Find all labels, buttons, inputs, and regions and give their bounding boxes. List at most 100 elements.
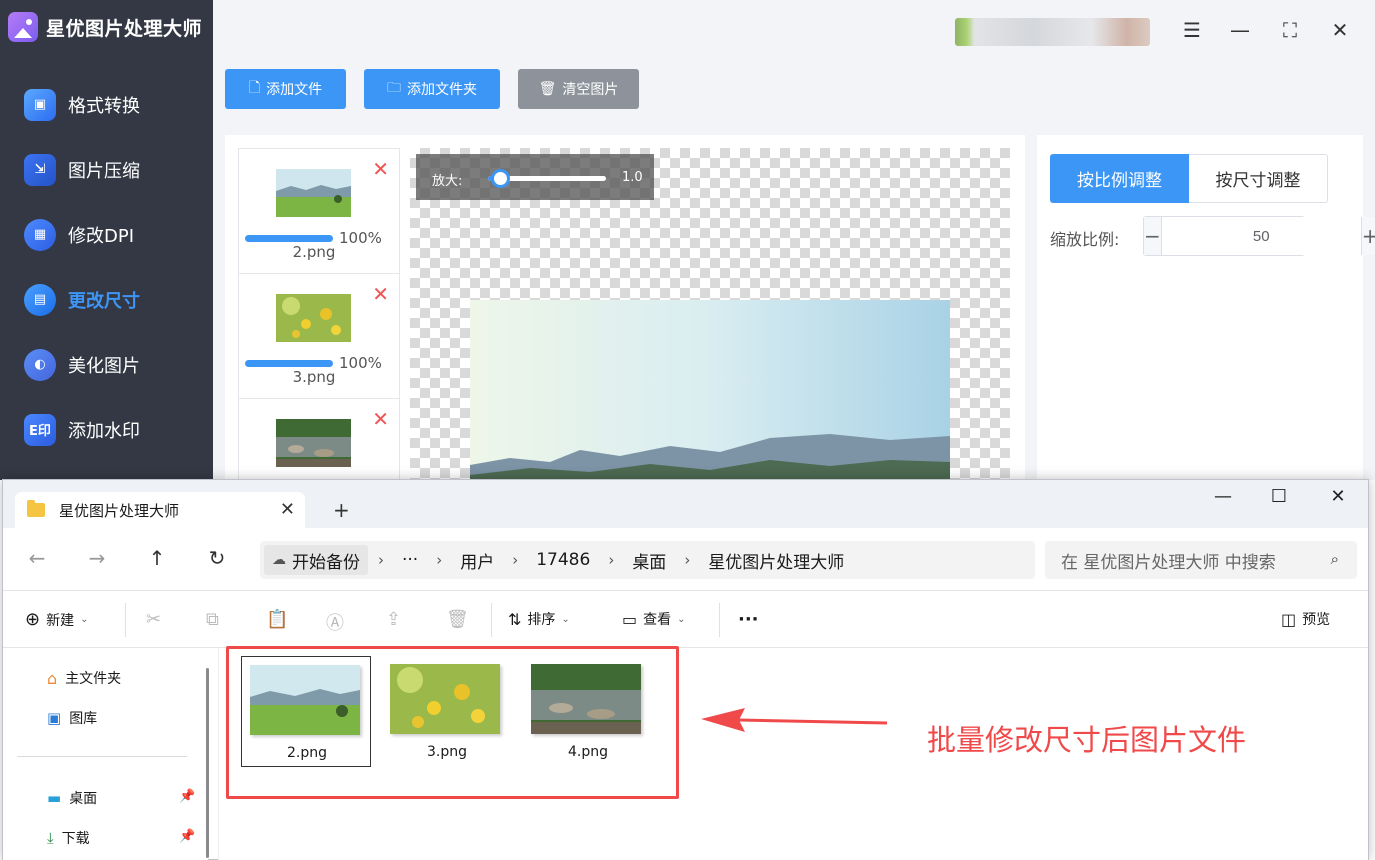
compress-icon: ⇲ xyxy=(24,153,56,186)
preview-image xyxy=(470,300,950,480)
breadcrumb-current[interactable]: 星优图片处理大师 xyxy=(700,548,852,573)
decrease-button[interactable]: − xyxy=(1144,217,1162,255)
nav-scrollbar[interactable] xyxy=(206,668,209,858)
thumbnail-flowers xyxy=(276,294,351,342)
preview-canvas[interactable]: 放大: 1.0 xyxy=(410,148,1010,480)
new-button[interactable]: ⊕ 新建 ⌄ xyxy=(25,609,88,630)
minimize-icon[interactable]: — xyxy=(1211,486,1235,507)
forward-arrow-icon[interactable]: → xyxy=(85,546,109,570)
add-folder-button[interactable]: 🗀 添加文件夹 xyxy=(364,69,500,109)
delete-icon[interactable]: 🗑 xyxy=(446,609,469,630)
more-options-button[interactable]: ··· xyxy=(738,609,759,630)
nav-home[interactable]: ⌂ 主文件夹 xyxy=(47,668,121,688)
nav-item-label: 图片压缩 xyxy=(68,160,140,182)
file-icon: 🗋 xyxy=(248,80,261,96)
cut-icon[interactable]: ✂ xyxy=(146,609,161,630)
breadcrumb-user[interactable]: 17486 xyxy=(528,550,598,570)
image-tool-window: 星优图片处理大师 ▣ 格式转换 ⇲ 图片压缩 ▦ 修改DPI ▤ 更改尺寸 ◐ … xyxy=(0,0,1375,480)
divider xyxy=(491,603,492,637)
maximize-icon[interactable]: ⛶ xyxy=(1278,18,1302,42)
cloud-icon: ☁ xyxy=(272,552,286,568)
new-tab-button[interactable]: + xyxy=(333,498,350,522)
proportional-mode-button[interactable]: 按比例调整 xyxy=(1050,154,1189,203)
divider xyxy=(125,603,126,637)
minimize-icon[interactable]: — xyxy=(1228,18,1252,42)
home-icon: ⌂ xyxy=(47,668,58,688)
nav-item-compress[interactable]: ⇲ 图片压缩 xyxy=(0,137,213,202)
close-icon[interactable]: ✕ xyxy=(1328,18,1352,42)
view-button[interactable]: ▭ 查看 ⌄ xyxy=(622,609,686,629)
nav-label: 主文件夹 xyxy=(65,671,122,687)
zoom-slider[interactable] xyxy=(488,169,606,188)
increase-button[interactable]: + xyxy=(1360,217,1375,255)
user-avatar-blurred[interactable] xyxy=(955,18,1150,46)
breadcrumb-overflow[interactable]: ··· xyxy=(394,550,426,570)
settings-menu-icon[interactable]: ☰ xyxy=(1180,18,1204,42)
nav-downloads[interactable]: ⤓ 下载 xyxy=(47,828,90,848)
preview-label: 预览 xyxy=(1302,612,1331,628)
file-thumb-list[interactable]: ✕ 100% 2.png ✕ 100% 3.png ✕ xyxy=(238,148,400,480)
explorer-tab[interactable]: 星优图片处理大师 ✕ xyxy=(15,492,305,528)
copy-icon[interactable]: ⧉ xyxy=(206,609,219,630)
pin-icon[interactable]: 📌 xyxy=(179,829,195,844)
annotation-arrow xyxy=(701,708,888,732)
command-bar: ⊕ 新建 ⌄ ✂ ⧉ 📋 Ⓐ ⇪ 🗑 ⇅ 排序 ⌄ ▭ 查看 ⌄ ··· ◫ 预… xyxy=(3,590,1368,648)
nav-desktop[interactable]: ▬ 桌面 xyxy=(47,788,97,808)
paste-icon[interactable]: 📋 xyxy=(266,609,288,630)
progress-bar xyxy=(245,360,333,367)
nav-gallery[interactable]: ▣ 图库 xyxy=(47,708,97,728)
size-mode-button[interactable]: 按尺寸调整 xyxy=(1189,154,1328,203)
back-arrow-icon[interactable]: ← xyxy=(25,546,49,570)
zoom-value: 1.0 xyxy=(622,170,643,185)
add-file-button[interactable]: 🗋 添加文件 xyxy=(225,69,346,109)
address-bar[interactable]: ☁ 开始备份 › ··· › 用户 › 17486 › 桌面 › 星优图片处理大… xyxy=(260,541,1035,579)
breadcrumb-desktop[interactable]: 桌面 xyxy=(624,548,674,573)
refresh-icon[interactable]: ↻ xyxy=(205,546,229,570)
search-input[interactable]: 在 星优图片处理大师 中搜索 ⌕ xyxy=(1045,541,1357,579)
share-icon[interactable]: ⇪ xyxy=(386,609,401,630)
nav-item-label: 添加水印 xyxy=(68,420,140,442)
nav-item-resize[interactable]: ▤ 更改尺寸 xyxy=(0,267,213,332)
watermark-icon: E印 xyxy=(24,413,56,446)
nav-label: 图库 xyxy=(69,711,98,727)
delete-icon[interactable]: ✕ xyxy=(372,409,389,429)
app-nav: ▣ 格式转换 ⇲ 图片压缩 ▦ 修改DPI ▤ 更改尺寸 ◐ 美化图片 E印 添… xyxy=(0,72,213,462)
dpi-icon: ▦ xyxy=(24,218,56,251)
thumb-item[interactable]: ✕ xyxy=(239,399,399,479)
chevron-right-icon: › xyxy=(378,551,384,569)
gallery-icon: ▣ xyxy=(47,709,62,727)
pin-icon[interactable]: 📌 xyxy=(179,789,195,804)
zoom-slider-handle[interactable] xyxy=(490,169,510,188)
tab-close-icon[interactable]: ✕ xyxy=(280,499,295,520)
zoom-label: 放大: xyxy=(432,174,463,189)
delete-icon[interactable]: ✕ xyxy=(372,284,389,304)
thumb-item[interactable]: ✕ 100% 2.png xyxy=(239,149,399,274)
chevron-right-icon: › xyxy=(512,551,519,569)
preview-pane-button[interactable]: ◫ 预览 xyxy=(1281,609,1330,629)
explorer-nav-pane: ⌂ 主文件夹 ▣ 图库 ▬ 桌面 📌 ⤓ 下载 📌 xyxy=(3,648,208,860)
search-icon: ⌕ xyxy=(1330,550,1339,568)
maximize-icon[interactable]: ☐ xyxy=(1267,486,1291,507)
clear-images-button[interactable]: 🗑 清空图片 xyxy=(518,69,639,109)
nav-item-watermark[interactable]: E印 添加水印 xyxy=(0,397,213,462)
up-arrow-icon[interactable]: ↑ xyxy=(145,546,169,570)
delete-icon[interactable]: ✕ xyxy=(372,159,389,179)
download-icon: ⤓ xyxy=(47,829,54,847)
chevron-right-icon: › xyxy=(684,551,691,569)
thumb-item[interactable]: ✕ 100% 3.png xyxy=(239,274,399,399)
scale-input[interactable] xyxy=(1161,217,1361,255)
file-view[interactable]: 2.png 3.png 4.png 批量修改尺寸后图片文件 xyxy=(218,646,1368,860)
breadcrumb-backup[interactable]: ☁ 开始备份 xyxy=(264,545,368,575)
nav-item-format-convert[interactable]: ▣ 格式转换 xyxy=(0,72,213,137)
thumbnail-river xyxy=(276,419,351,467)
sort-button[interactable]: ⇅ 排序 ⌄ xyxy=(508,609,570,629)
preview-pane-icon: ◫ xyxy=(1281,609,1297,629)
divider xyxy=(719,603,720,637)
close-icon[interactable]: ✕ xyxy=(1326,486,1350,507)
breadcrumb-label: 开始备份 xyxy=(292,552,360,573)
progress-bar xyxy=(245,235,333,242)
nav-item-dpi[interactable]: ▦ 修改DPI xyxy=(0,202,213,267)
breadcrumb-users[interactable]: 用户 xyxy=(452,548,502,573)
rename-icon[interactable]: Ⓐ xyxy=(326,609,344,635)
nav-item-beautify[interactable]: ◐ 美化图片 xyxy=(0,332,213,397)
